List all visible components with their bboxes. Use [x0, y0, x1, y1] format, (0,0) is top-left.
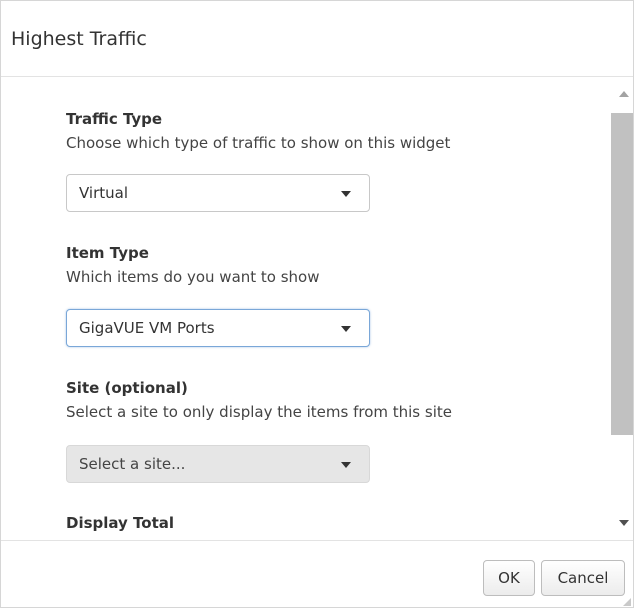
- highest-traffic-dialog: Highest Traffic Traffic Type Choose whic…: [0, 0, 634, 608]
- chevron-down-icon: [341, 462, 351, 468]
- dialog-content: Traffic Type Choose which type of traffi…: [1, 77, 606, 540]
- traffic-type-select[interactable]: Virtual: [66, 174, 370, 212]
- site-description: Select a site to only display the items …: [66, 403, 452, 421]
- item-type-value: GigaVUE VM Ports: [79, 319, 215, 337]
- chevron-down-icon: [341, 326, 351, 332]
- dialog-title: Highest Traffic: [11, 28, 147, 50]
- traffic-type-description: Choose which type of traffic to show on …: [66, 134, 451, 152]
- dialog-body: Traffic Type Choose which type of traffi…: [1, 77, 633, 540]
- cancel-button[interactable]: Cancel: [541, 560, 625, 596]
- arrow-up-icon[interactable]: [619, 91, 629, 97]
- display-total-field: Display Total: [66, 513, 586, 533]
- dialog-footer: OK Cancel: [1, 540, 633, 608]
- traffic-type-field: Traffic Type Choose which type of traffi…: [66, 109, 586, 212]
- ok-button[interactable]: OK: [483, 560, 535, 596]
- dialog-header: Highest Traffic: [1, 1, 633, 77]
- item-type-select[interactable]: GigaVUE VM Ports: [66, 309, 370, 347]
- arrow-down-icon[interactable]: [619, 520, 629, 526]
- site-field: Site (optional) Select a site to only di…: [66, 378, 586, 483]
- item-type-label: Item Type: [66, 244, 149, 262]
- chevron-down-icon: [341, 191, 351, 197]
- traffic-type-label: Traffic Type: [66, 110, 163, 128]
- resize-grip-icon[interactable]: [623, 598, 631, 606]
- site-select[interactable]: Select a site...: [66, 445, 370, 483]
- item-type-field: Item Type Which items do you want to sho…: [66, 243, 586, 347]
- site-placeholder: Select a site...: [79, 455, 186, 473]
- scrollbar-thumb[interactable]: [611, 113, 633, 435]
- traffic-type-value: Virtual: [79, 184, 129, 202]
- display-total-label: Display Total: [66, 514, 175, 532]
- item-type-description: Which items do you want to show: [66, 268, 320, 286]
- vertical-scrollbar[interactable]: [611, 77, 633, 540]
- site-label: Site (optional): [66, 379, 188, 397]
